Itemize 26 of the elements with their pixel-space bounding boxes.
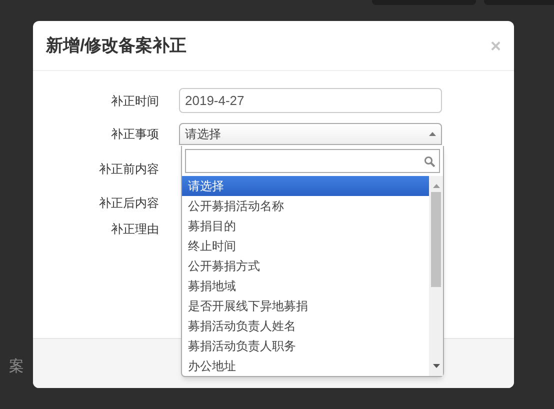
dropdown-option[interactable]: 公开募捐活动名称 [182,196,429,216]
dialog-title: 新增/修改备案补正 [46,34,187,57]
field-label: 补正后内容 [98,195,160,212]
scroll-down-icon[interactable] [432,364,440,368]
scroll-thumb[interactable] [431,192,441,287]
dropdown-option[interactable]: 募捐活动负责人姓名 [182,316,429,336]
background-text: 案 [9,359,24,374]
dropdown-option[interactable]: 办公地址 [182,356,429,376]
dropdown-option[interactable]: 募捐地域 [182,276,429,296]
scrollbar[interactable] [429,176,443,376]
search-icon [424,156,435,166]
select-dropdown[interactable]: 请选择 [179,123,442,145]
dropdown-option[interactable]: 请选择 [182,176,429,196]
dropdown-option[interactable]: 是否开展线下异地募捐 [182,296,429,316]
dropdown-option[interactable]: 募捐目的 [182,216,429,236]
field-label: 补正前内容 [98,161,160,178]
field-label: 补正事项 [110,126,160,143]
dropdown-option[interactable]: 公开募捐方式 [182,256,429,276]
dropdown-option[interactable]: 募捐活动负责人职务 [182,336,429,356]
field-label: 补正理由 [110,221,160,238]
date-field[interactable]: 2019-4-27 [179,88,442,113]
scroll-up-icon[interactable] [432,184,440,188]
search-field[interactable] [185,149,440,173]
field-label: 补正时间 [110,92,160,110]
dropdown-option[interactable]: 终止时间 [182,236,429,256]
caret-up-icon [429,132,436,136]
